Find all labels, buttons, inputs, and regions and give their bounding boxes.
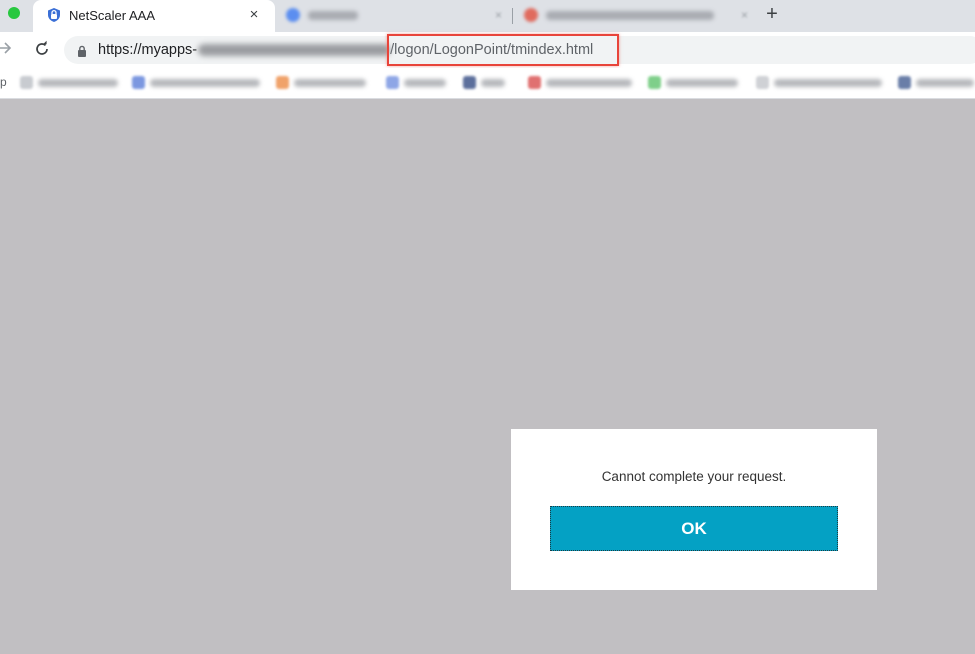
blurred-bookmark-label — [546, 79, 632, 87]
bookmark-icon — [463, 76, 476, 89]
ok-button[interactable]: OK — [550, 506, 838, 551]
blurred-bookmark-label — [481, 79, 505, 87]
url-path-highlight-box — [387, 34, 619, 66]
reload-icon[interactable] — [33, 40, 51, 58]
blurred-bookmark-label — [150, 79, 260, 87]
blurred-tab-title — [308, 11, 358, 20]
bookmark-icon — [20, 76, 33, 89]
bookmark-icon — [276, 76, 289, 89]
background-tab[interactable]: × — [278, 0, 508, 32]
blurred-bookmark-label — [666, 79, 738, 87]
tab-close-icon[interactable]: × — [741, 8, 748, 22]
bookmark-icon — [756, 76, 769, 89]
window-zoom-button[interactable] — [8, 7, 20, 19]
tab-netscaler-aaa[interactable]: NetScaler AAA × — [33, 0, 275, 32]
blurred-tab-favicon — [286, 8, 300, 22]
blurred-bookmark-label — [774, 79, 882, 87]
tab-close-icon[interactable]: × — [245, 6, 263, 24]
background-tab[interactable]: × — [516, 0, 754, 32]
tab-separator — [512, 8, 513, 24]
blurred-tab-title — [546, 11, 714, 20]
netscaler-lock-icon — [46, 7, 62, 23]
blurred-bookmark-label — [916, 79, 974, 87]
bookmark-icon — [386, 76, 399, 89]
bookmark-fragment[interactable]: p — [0, 75, 7, 89]
error-dialog: Cannot complete your request. OK — [511, 429, 877, 590]
tab-close-icon[interactable]: × — [495, 8, 502, 22]
bookmark-icon — [528, 76, 541, 89]
blurred-bookmark-label — [294, 79, 366, 87]
bookmark-icon — [132, 76, 145, 89]
bookmark-icon — [898, 76, 911, 89]
new-tab-button[interactable]: + — [762, 3, 782, 26]
tab-strip: NetScaler AAA × × × + — [0, 0, 975, 32]
tab-title: NetScaler AAA — [69, 8, 155, 23]
url-host-prefix: https://myapps- — [98, 42, 198, 58]
bookmark-icon — [648, 76, 661, 89]
error-message: Cannot complete your request. — [601, 469, 787, 484]
forward-arrow-icon[interactable] — [0, 40, 12, 61]
blurred-bookmark-label — [404, 79, 446, 87]
blurred-tab-favicon — [524, 8, 538, 22]
bookmarks-bar: p — [0, 68, 975, 99]
lock-icon[interactable] — [76, 44, 88, 57]
blurred-bookmark-label — [38, 79, 118, 87]
redacted-url-segment — [198, 44, 391, 57]
